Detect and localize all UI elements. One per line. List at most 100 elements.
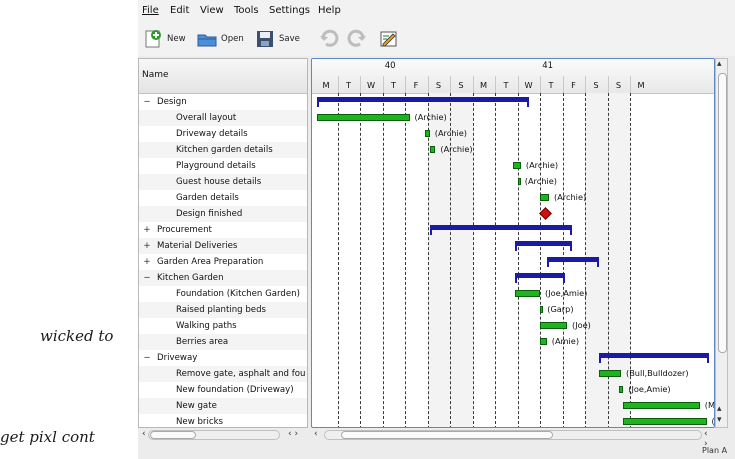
tree-row[interactable]: Playground details — [139, 158, 307, 174]
name-column-header[interactable]: Name — [142, 70, 169, 80]
menu-help[interactable]: Help — [318, 5, 341, 16]
gantt-scroll-track[interactable] — [324, 430, 702, 440]
task-bar[interactable] — [540, 306, 543, 313]
menu-file[interactable]: File — [142, 5, 159, 16]
edit-plan-button[interactable] — [378, 26, 400, 52]
summary-bar[interactable] — [515, 241, 572, 251]
day-gridline — [360, 93, 361, 427]
gantt-horizontal-scrollbar[interactable]: ‹ ‹ › — [314, 429, 714, 449]
day-gridline — [382, 93, 384, 427]
redo-button[interactable] — [346, 26, 368, 52]
tree-row-label: Procurement — [157, 225, 212, 235]
gantt-chart: 40 41 M T W T F S S M T W T F S S M (Archie) (Archie) (Arc… — [311, 58, 715, 428]
open-folder-icon — [196, 28, 218, 50]
tree-row-label: Remove gate, asphalt and fou — [176, 369, 306, 379]
tree-row[interactable]: New foundation (Driveway) — [139, 382, 307, 398]
tree-scroll-lr-icon[interactable]: ‹ › — [288, 429, 298, 439]
open-label: Open — [221, 34, 244, 44]
tree-row[interactable]: Guest house details — [139, 174, 307, 190]
task-bar[interactable] — [623, 402, 700, 409]
summary-bar[interactable] — [546, 257, 599, 267]
scroll-left-icon[interactable]: ‹ — [142, 429, 146, 439]
summary-bar[interactable] — [515, 273, 565, 283]
tree-row[interactable]: Driveway details — [139, 126, 307, 142]
task-bar[interactable] — [517, 178, 521, 185]
task-bar[interactable] — [540, 322, 567, 329]
task-bar[interactable] — [317, 114, 410, 121]
tree-row[interactable]: Kitchen garden details — [139, 142, 307, 158]
gantt-scroll-thumb[interactable] — [341, 431, 553, 439]
handwritten-line-1: wicked to — [40, 327, 114, 345]
gantt-scroll-left-icon[interactable]: ‹ — [314, 429, 318, 439]
day-divider — [405, 76, 406, 93]
tree-row[interactable]: Remove gate, asphalt and fou — [139, 366, 307, 382]
handwritten-note: wicked to get pixl cont — [0, 285, 138, 459]
menu-settings[interactable]: Settings — [269, 5, 310, 16]
toolbar: New Open Save — [138, 22, 735, 56]
day-label: S — [435, 80, 442, 90]
tree-row-label: Kitchen Garden — [157, 273, 224, 283]
tree-row[interactable]: − Kitchen Garden — [139, 270, 307, 286]
expand-icon[interactable]: + — [143, 238, 151, 254]
menu-tools[interactable]: Tools — [234, 5, 259, 16]
day-label: S — [593, 80, 599, 90]
tree-row[interactable]: Design finished — [139, 206, 307, 222]
tree-header: Name — [139, 59, 307, 94]
task-bar[interactable] — [515, 290, 540, 297]
tree-scroll-thumb[interactable] — [150, 431, 196, 439]
day-divider — [517, 76, 519, 93]
task-bar[interactable] — [429, 146, 436, 153]
undo-button[interactable] — [318, 26, 340, 52]
tree-row[interactable]: Berries area — [139, 334, 307, 350]
timeline-header: 40 41 M T W T F S S M T W T F S S M — [312, 59, 714, 94]
vertical-scrollbar[interactable]: ▴ ▴ ▾ — [715, 58, 728, 428]
tree-scroll-track[interactable] — [148, 430, 280, 440]
tree-row[interactable]: + Procurement — [139, 222, 307, 238]
tree-row-label: Material Deliveries — [157, 241, 238, 251]
scroll-down-icon[interactable]: ▾ — [717, 415, 722, 425]
tree-row[interactable]: Garden details — [139, 190, 307, 206]
expand-icon[interactable]: + — [143, 254, 151, 270]
open-button[interactable]: Open — [196, 26, 244, 52]
tree-row[interactable]: − Driveway — [139, 350, 307, 366]
collapse-icon[interactable]: − — [143, 270, 151, 286]
tree-row[interactable]: Walking paths — [139, 318, 307, 334]
tree-row[interactable]: New bricks — [139, 414, 307, 427]
day-divider — [630, 76, 631, 93]
task-bar[interactable] — [513, 162, 521, 169]
task-bar[interactable] — [425, 130, 430, 137]
task-bar[interactable] — [598, 370, 621, 377]
menu-view[interactable]: View — [200, 5, 224, 16]
new-button[interactable]: New — [142, 26, 186, 52]
tree-row[interactable]: Foundation (Kitchen Garden) — [139, 286, 307, 302]
tree-row[interactable]: − Design — [139, 94, 307, 110]
summary-bar[interactable] — [429, 225, 572, 235]
tree-row[interactable]: New gate — [139, 398, 307, 414]
tree-row-label: Kitchen garden details — [176, 145, 273, 155]
save-button[interactable]: Save — [254, 26, 300, 52]
day-gridline — [540, 93, 541, 427]
task-bar[interactable] — [623, 418, 707, 425]
collapse-icon[interactable]: − — [143, 94, 151, 110]
collapse-icon[interactable]: − — [143, 350, 151, 366]
menu-edit[interactable]: Edit — [170, 5, 189, 16]
scroll-up-icon[interactable]: ▴ — [717, 59, 722, 69]
task-bar[interactable] — [540, 194, 549, 201]
tree-row[interactable]: Raised planting beds — [139, 302, 307, 318]
scroll-up-icon-bottom[interactable]: ▴ — [717, 404, 722, 414]
task-bar[interactable] — [618, 386, 624, 393]
vertical-scroll-thumb[interactable] — [718, 73, 727, 353]
expand-icon[interactable]: + — [143, 222, 151, 238]
tree-row-label: Foundation (Kitchen Garden) — [176, 289, 300, 299]
tree-row-label: Walking paths — [176, 321, 237, 331]
tree-row[interactable]: Overall layout — [139, 110, 307, 126]
tree-row-label: New foundation (Driveway) — [176, 385, 294, 395]
tree-row[interactable]: + Garden Area Preparation — [139, 254, 307, 270]
summary-bar[interactable] — [317, 97, 529, 107]
task-bar[interactable] — [540, 338, 547, 345]
tree-row[interactable]: + Material Deliveries — [139, 238, 307, 254]
day-divider — [607, 76, 609, 93]
tree-horizontal-scrollbar[interactable]: ‹ ‹ › — [142, 429, 308, 442]
summary-bar[interactable] — [598, 353, 710, 363]
tree-row-label: Design — [157, 97, 187, 107]
